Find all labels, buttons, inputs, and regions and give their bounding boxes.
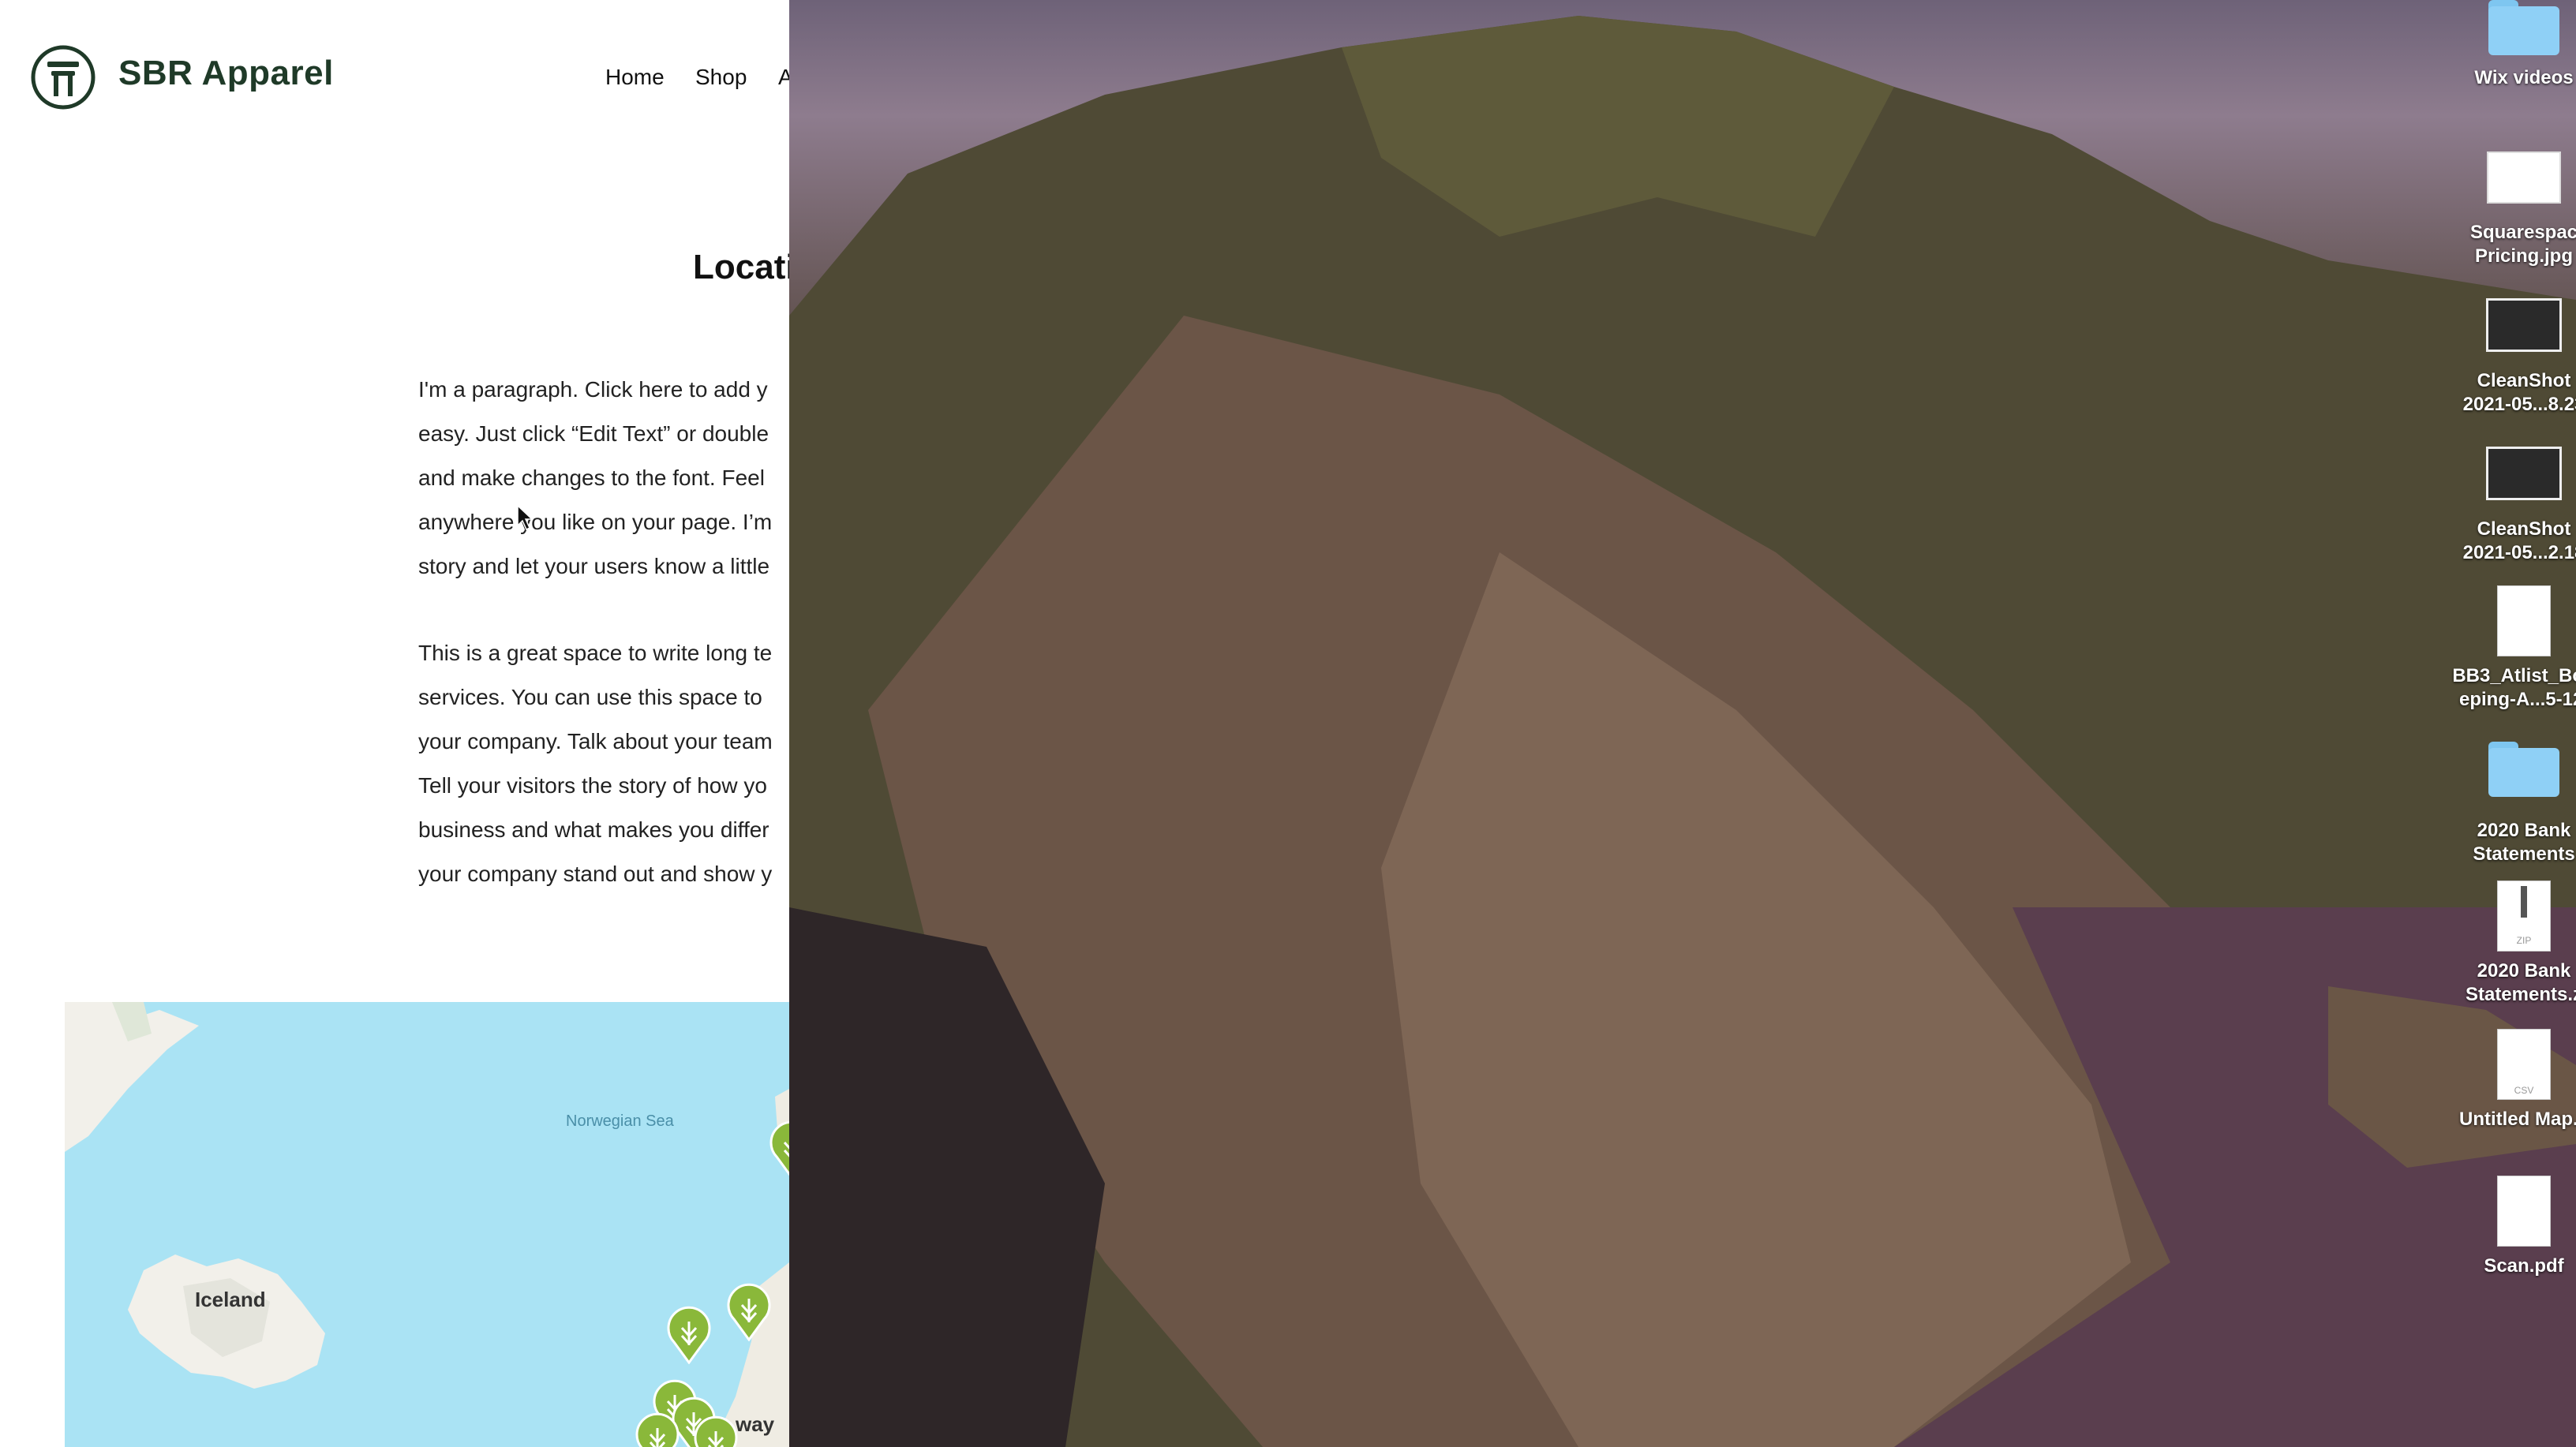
nav-item-home[interactable]: Home <box>605 65 665 90</box>
paragraph-line: your company. Talk about your team <box>418 729 773 753</box>
desktop-icon-label: Untitled Map.c <box>2458 1109 2576 1130</box>
section-title: Locati <box>693 248 789 286</box>
paragraph-line: Tell your visitors the story of how yo <box>418 773 767 798</box>
zip-badge: ZIP <box>2516 935 2532 946</box>
paragraph-line: business and what makes you differ <box>418 817 769 842</box>
desktop-icon-label: BB3_Atlist_Boo eping-A...5-12. <box>2452 665 2576 710</box>
desktop-icon-label: Wix videos <box>2474 67 2574 88</box>
folder-icon <box>2488 742 2559 797</box>
desktop-icon-label: 2020 Bank Statements.z <box>2465 960 2576 1005</box>
image-file-icon <box>2487 151 2561 204</box>
paragraph-line: services. You can use this space to <box>418 685 762 709</box>
desktop-icon-label: CleanShot 2021-05...2.18 <box>2462 518 2576 563</box>
desktop-icon-wix-videos[interactable]: Wix videos <box>2445 0 2576 90</box>
paragraph-line: I'm a paragraph. Click here to add y <box>418 377 768 402</box>
paragraph-line: your company stand out and show y <box>418 862 773 886</box>
paragraph-1: I'm a paragraph. Click here to add y eas… <box>418 368 789 589</box>
brand-logo-icon <box>31 45 95 110</box>
document-file-icon <box>2497 585 2551 656</box>
desktop-icon-bank-statements-folder[interactable]: 2020 Bank Statements <box>2445 742 2576 866</box>
desktop-icon-label: CleanShot 2021-05...8.23 <box>2462 370 2576 415</box>
store-locations-map[interactable]: Norwegian Sea Iceland way <box>65 1002 789 1447</box>
desktop-icon-squarespace-pricing[interactable]: Squarespac Pricing.jpg <box>2445 151 2576 268</box>
pdf-file-icon <box>2497 1176 2551 1247</box>
map-label-country: Iceland <box>195 1288 266 1311</box>
desktop-icon-cleanshot-1[interactable]: CleanShot 2021-05...8.23 <box>2445 298 2576 417</box>
paragraph-line: easy. Just click “Edit Text” or double <box>418 421 769 446</box>
location-pin-icon[interactable] <box>769 1120 789 1179</box>
desktop-icon-label: Squarespac Pricing.jpg <box>2469 222 2576 267</box>
location-pin-icon[interactable] <box>726 1283 772 1341</box>
desktop-icon-bank-statements-zip[interactable]: ZIP 2020 Bank Statements.z <box>2445 881 2576 1007</box>
location-pin-icon[interactable] <box>666 1306 712 1364</box>
paragraph-line: story and let your users know a little <box>418 554 770 578</box>
desktop-icon-untitled-map[interactable]: CSV Untitled Map.c <box>2445 1029 2576 1131</box>
map-label-sea: Norwegian Sea <box>566 1112 674 1130</box>
nav-item-about[interactable]: A <box>778 65 789 90</box>
location-pin-icon[interactable] <box>635 1412 680 1447</box>
paragraph-line: and make changes to the font. Feel <box>418 466 765 490</box>
nav-item-shop[interactable]: Shop <box>695 65 747 90</box>
mouse-cursor-icon <box>517 505 534 530</box>
paragraph-line: This is a great space to write long te <box>418 641 773 665</box>
paragraph-line: anywhere you like on your page. I’m <box>418 510 773 534</box>
folder-icon <box>2488 0 2559 55</box>
zip-file-icon: ZIP <box>2497 881 2551 952</box>
csv-file-icon: CSV <box>2497 1029 2551 1100</box>
screenshot-file-icon <box>2486 447 2562 500</box>
desktop-icon-bb3-document[interactable]: BB3_Atlist_Boo eping-A...5-12. <box>2445 585 2576 712</box>
screenshot-file-icon <box>2486 298 2562 352</box>
desktop-icon-scan-pdf[interactable]: Scan.pdf <box>2445 1176 2576 1278</box>
location-pin-icon[interactable] <box>693 1415 739 1447</box>
desktop-icon-label: Scan.pdf <box>2484 1255 2564 1277</box>
website-page: SBR Apparel Home Shop A Locati I'm a par… <box>0 0 789 1447</box>
csv-badge: CSV <box>2514 1085 2534 1096</box>
desktop-icon-label: 2020 Bank Statements <box>2473 820 2575 865</box>
brand-name[interactable]: SBR Apparel <box>118 54 334 93</box>
map-label-partial: way <box>736 1412 775 1436</box>
paragraph-2: This is a great space to write long te s… <box>418 631 789 896</box>
desktop-icon-cleanshot-2[interactable]: CleanShot 2021-05...2.18 <box>2445 447 2576 565</box>
